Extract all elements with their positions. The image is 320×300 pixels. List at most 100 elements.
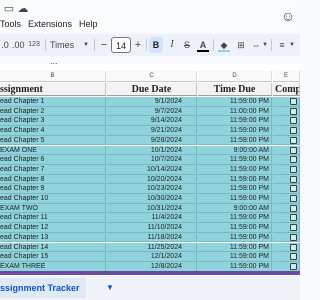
- complete-cell[interactable]: [273, 145, 300, 156]
- due-date-cell[interactable]: 9/1/2024: [107, 97, 197, 107]
- complete-cell[interactable]: [273, 116, 300, 127]
- assignment-cell[interactable]: ead Chapter 4: [0, 126, 106, 136]
- chevron-down-icon[interactable]: ▼: [82, 37, 90, 53]
- complete-cell[interactable]: [273, 223, 300, 233]
- complete-cell[interactable]: [273, 155, 300, 165]
- menu-tools[interactable]: Tools: [0, 19, 21, 29]
- time-due-cell[interactable]: 11:59:00 PM: [198, 184, 272, 194]
- menu-help[interactable]: Help: [79, 19, 98, 29]
- time-due-cell[interactable]: 11:59:00 PM: [198, 164, 272, 175]
- time-due-cell[interactable]: 11:59:00 PM: [198, 242, 272, 253]
- complete-checkbox[interactable]: [290, 185, 297, 193]
- complete-checkbox[interactable]: [290, 136, 297, 144]
- font-size-decrease-button[interactable]: −: [99, 37, 109, 53]
- number-format-button[interactable]: 123: [27, 37, 41, 53]
- time-due-cell[interactable]: 11:59:00 PM: [198, 155, 272, 165]
- complete-checkbox[interactable]: [290, 233, 297, 241]
- assignment-cell[interactable]: ead Chapter 11: [0, 213, 106, 224]
- assignment-cell[interactable]: ead Chapter 15: [0, 252, 106, 262]
- column-header-d[interactable]: D: [198, 71, 272, 82]
- time-due-cell[interactable]: 11:59:00 PM: [198, 174, 272, 185]
- menu-extensions[interactable]: Extensions: [28, 19, 72, 29]
- assignment-cell[interactable]: ead Chapter 3: [0, 116, 106, 127]
- chevron-down-icon[interactable]: ▼: [262, 37, 268, 53]
- time-due-cell[interactable]: 11:00:00 PM: [198, 106, 272, 117]
- column-header-e[interactable]: E: [273, 71, 300, 82]
- complete-cell[interactable]: [273, 106, 300, 117]
- merge-cells-icon[interactable]: ⇔: [250, 37, 262, 53]
- column-header-c[interactable]: C: [107, 71, 197, 82]
- font-size-increase-button[interactable]: +: [133, 37, 143, 53]
- complete-checkbox[interactable]: [290, 224, 297, 232]
- complete-checkbox[interactable]: [290, 127, 297, 135]
- assignment-cell[interactable]: ead Chapter 8: [0, 174, 106, 185]
- time-due-cell[interactable]: 11:59:00 PM: [198, 135, 272, 146]
- complete-checkbox[interactable]: [290, 253, 297, 261]
- complete-checkbox[interactable]: [290, 243, 297, 251]
- time-due-cell[interactable]: 11:59:00 PM: [198, 126, 272, 136]
- chevron-down-icon[interactable]: ▼: [288, 37, 296, 53]
- borders-icon[interactable]: ⊞: [235, 37, 247, 53]
- complete-cell[interactable]: [273, 242, 300, 253]
- chevron-down-icon[interactable]: ▼: [104, 278, 116, 298]
- complete-checkbox[interactable]: [290, 262, 297, 270]
- assignment-cell[interactable]: ead Chapter 12: [0, 223, 106, 233]
- due-date-cell[interactable]: 9/28/2024: [107, 135, 197, 146]
- decimal-increase-icon[interactable]: .00: [12, 37, 25, 53]
- complete-cell[interactable]: [273, 203, 300, 214]
- bold-button[interactable]: B: [149, 37, 163, 53]
- assignment-cell[interactable]: ead Chapter 13: [0, 232, 106, 243]
- due-date-cell[interactable]: 11/10/2024: [107, 223, 197, 233]
- sheet-tab-assignment-tracker[interactable]: ssignment Tracker: [0, 278, 86, 298]
- complete-cell[interactable]: [273, 184, 300, 194]
- cloud-saved-icon[interactable]: ☁: [16, 2, 30, 16]
- folder-icon[interactable]: ▭: [2, 2, 16, 16]
- time-due-cell[interactable]: 11:59:00 PM: [198, 116, 272, 127]
- time-due-cell[interactable]: 9:00:00 AM: [198, 203, 272, 214]
- assignment-cell[interactable]: EXAM ONE: [0, 145, 106, 156]
- account-icon[interactable]: ☺: [278, 6, 298, 26]
- complete-cell[interactable]: [273, 135, 300, 146]
- due-date-cell[interactable]: 11/4/2024: [107, 213, 197, 224]
- time-due-cell[interactable]: 9:00:00 AM: [198, 145, 272, 156]
- assignment-cell[interactable]: ead Chapter 5: [0, 135, 106, 146]
- band-row[interactable]: [0, 271, 300, 275]
- complete-checkbox[interactable]: [290, 175, 297, 183]
- italic-button[interactable]: I: [166, 37, 178, 53]
- time-due-cell[interactable]: 11:59:00 PM: [198, 213, 272, 224]
- complete-cell[interactable]: [273, 164, 300, 175]
- complete-checkbox[interactable]: [290, 165, 297, 173]
- assignment-cell[interactable]: ead Chapter 7: [0, 164, 106, 175]
- complete-checkbox[interactable]: [290, 214, 297, 222]
- complete-cell[interactable]: [273, 194, 300, 204]
- time-due-cell[interactable]: 11:59:00 PM: [198, 252, 272, 262]
- spreadsheet-grid[interactable]: B C D E ssignment Due Date Time Due Comp…: [0, 64, 300, 276]
- complete-checkbox[interactable]: [290, 117, 297, 125]
- header-due-date[interactable]: Due Date: [107, 83, 197, 96]
- due-date-cell[interactable]: 9/21/2024: [107, 126, 197, 136]
- time-due-cell[interactable]: 11:59:00 PM: [198, 97, 272, 107]
- assignment-cell[interactable]: ead Chapter 14: [0, 242, 106, 253]
- decimal-decrease-icon[interactable]: .0: [0, 37, 10, 53]
- column-header-b[interactable]: B: [0, 71, 106, 82]
- time-due-cell[interactable]: 11:59:00 PM: [198, 232, 272, 243]
- due-date-cell[interactable]: 10/1/2024: [107, 145, 197, 156]
- complete-checkbox[interactable]: [290, 195, 297, 202]
- complete-checkbox[interactable]: [290, 146, 297, 154]
- assignment-cell[interactable]: ead Chapter 2: [0, 106, 106, 117]
- due-date-cell[interactable]: 9/7/2024: [107, 106, 197, 117]
- complete-cell[interactable]: [273, 126, 300, 136]
- time-due-cell[interactable]: 11:59:00 PM: [198, 194, 272, 204]
- font-family-select[interactable]: Times ...: [50, 37, 82, 66]
- complete-checkbox[interactable]: [290, 98, 297, 105]
- complete-checkbox[interactable]: [290, 204, 297, 212]
- align-horizontal-icon[interactable]: ≡: [276, 37, 288, 53]
- assignment-cell[interactable]: ead Chapter 6: [0, 155, 106, 165]
- due-date-cell[interactable]: 10/20/2024: [107, 174, 197, 185]
- font-size-input[interactable]: 14: [111, 37, 131, 53]
- due-date-cell[interactable]: 10/30/2024: [107, 194, 197, 204]
- due-date-cell[interactable]: 12/1/2024: [107, 252, 197, 262]
- header-complete[interactable]: Comple: [273, 83, 300, 96]
- due-date-cell[interactable]: 10/7/2024: [107, 155, 197, 165]
- due-date-cell[interactable]: 10/31/2024: [107, 203, 197, 214]
